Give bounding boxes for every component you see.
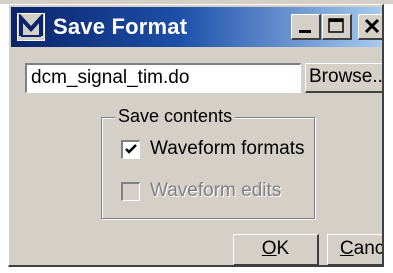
filename-input[interactable]: dcm_signal_tim.do bbox=[25, 63, 301, 93]
waveform-formats-checkbox[interactable] bbox=[121, 140, 140, 159]
save-contents-group bbox=[101, 117, 315, 219]
close-icon bbox=[364, 18, 380, 34]
ok-button[interactable]: OK bbox=[233, 234, 319, 265]
maximize-button[interactable] bbox=[322, 14, 352, 40]
browse-button[interactable]: Browse... bbox=[305, 63, 382, 93]
waveform-edits-checkbox bbox=[121, 182, 140, 201]
minimize-button[interactable] bbox=[291, 14, 321, 40]
minimize-icon bbox=[299, 30, 311, 33]
m-app-icon bbox=[17, 13, 45, 41]
cancel-button[interactable]: Cancel bbox=[327, 234, 384, 265]
checkmark-icon bbox=[125, 144, 137, 154]
dialog-title: Save Format bbox=[53, 14, 188, 39]
save-format-dialog: Save Format dcm_signal_tim.do Browse... bbox=[8, 4, 384, 267]
ok-label-rest: K bbox=[276, 238, 290, 259]
cancel-label-rest: ancel bbox=[353, 238, 384, 259]
screen: Save Format dcm_signal_tim.do Browse... bbox=[0, 0, 393, 273]
maximize-icon bbox=[328, 18, 344, 33]
save-contents-legend: Save contents bbox=[115, 106, 236, 127]
waveform-edits-label: Waveform edits bbox=[150, 180, 282, 201]
title-bar[interactable]: Save Format bbox=[11, 7, 382, 47]
cancel-mnemonic: C bbox=[339, 238, 354, 259]
ok-mnemonic: O bbox=[261, 238, 277, 259]
waveform-formats-label[interactable]: Waveform formats bbox=[150, 138, 305, 160]
close-button[interactable] bbox=[358, 14, 382, 40]
